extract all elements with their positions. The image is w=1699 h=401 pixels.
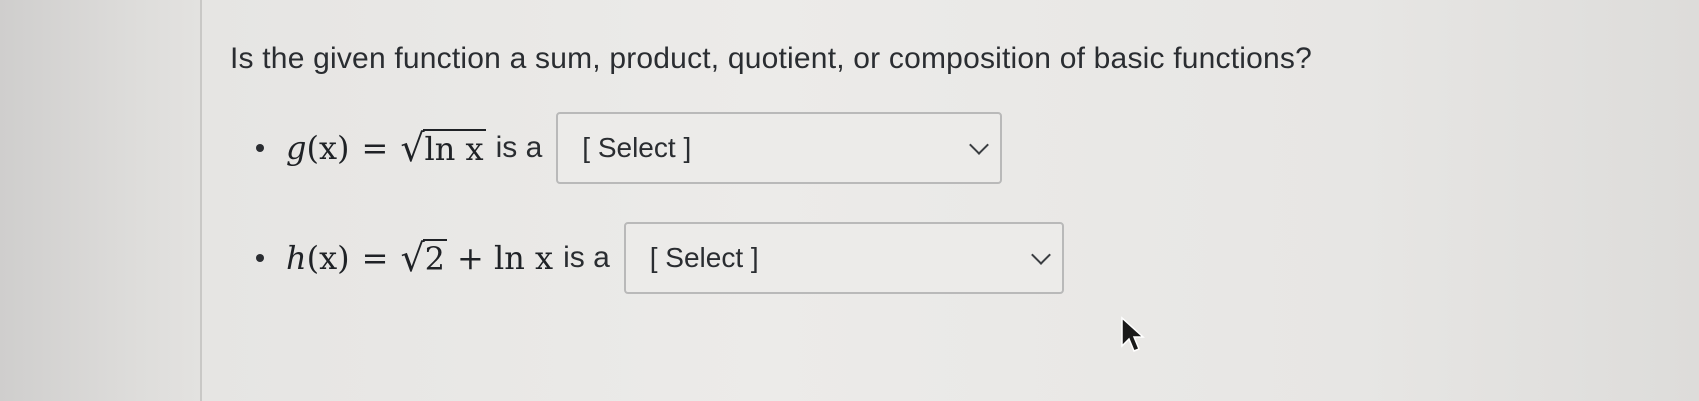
select-value: [ Select ] — [649, 242, 759, 273]
bullet — [256, 254, 264, 262]
function-name: g — [286, 128, 307, 167]
left-panel-edge — [0, 0, 202, 401]
equals-sign: = — [361, 238, 389, 277]
square-root: √ ln x — [400, 126, 486, 171]
list-item-h: h (x) = √ 2 + ln x is a [ Select ] — [256, 222, 1064, 294]
answer-select-g[interactable]: [ Select ] — [556, 112, 1003, 184]
mouse-pointer-icon — [1121, 316, 1145, 352]
answer-select-h[interactable]: [ Select ] — [623, 222, 1064, 294]
math-expression-h: h (x) = √ 2 + ln x — [286, 236, 554, 281]
function-argument: (x) — [306, 128, 350, 167]
square-root: √ 2 — [400, 236, 448, 281]
connector-text: is a — [495, 131, 543, 164]
connector-text: is a — [563, 241, 610, 274]
math-expression-g: g (x) = √ ln x — [286, 126, 486, 171]
radicand: ln x — [422, 128, 486, 168]
function-argument: (x) — [306, 238, 350, 277]
expression-tail: + ln x — [457, 238, 554, 277]
equals-sign: = — [361, 128, 389, 167]
radicand: 2 — [422, 238, 448, 278]
chevron-down-icon — [1030, 245, 1051, 265]
radical-sign-icon: √ — [400, 236, 425, 281]
list-item-g: g (x) = √ ln x is a [ Select ] — [256, 112, 1003, 184]
chevron-down-icon — [969, 135, 990, 155]
select-value: [ Select ] — [582, 132, 692, 163]
radical-sign-icon: √ — [400, 126, 425, 171]
question-title: Is the given function a sum, product, qu… — [230, 42, 1313, 75]
function-name: h — [286, 238, 307, 277]
bullet — [256, 144, 264, 152]
